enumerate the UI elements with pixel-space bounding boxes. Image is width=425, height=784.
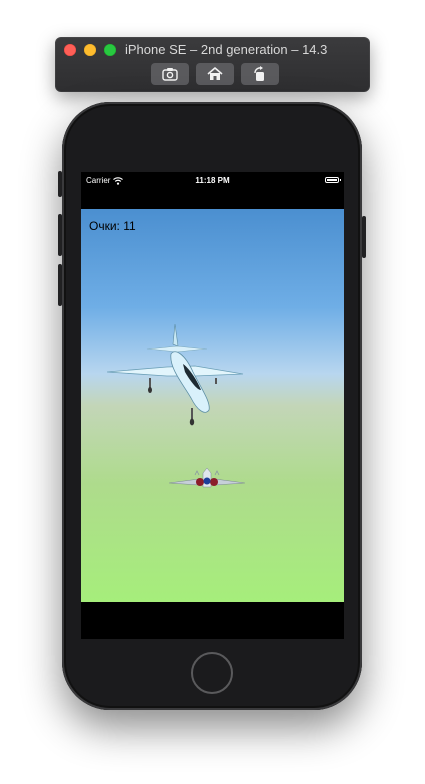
camera-icon <box>162 68 178 81</box>
rotate-icon <box>254 66 264 81</box>
enemy-jet <box>107 324 244 426</box>
home-toolbar-button[interactable] <box>196 63 234 85</box>
simulator-desktop: iPhone SE – 2nd generation – 14.3 Carrie… <box>0 0 425 784</box>
simulator-toolbar: iPhone SE – 2nd generation – 14.3 <box>55 37 370 92</box>
home-button[interactable] <box>191 652 233 694</box>
close-window-button[interactable] <box>64 44 76 56</box>
status-bar: Carrier 11:18 PM <box>81 172 344 190</box>
home-icon <box>207 67 223 80</box>
power-button[interactable] <box>362 216 366 258</box>
battery-level <box>327 179 337 181</box>
status-time: 11:18 PM <box>195 176 230 185</box>
score-label: Очки: 11 <box>89 219 136 233</box>
battery-icon <box>325 177 341 183</box>
simulator-title: iPhone SE – 2nd generation – 14.3 <box>125 42 328 57</box>
screenshot-button[interactable] <box>151 63 189 85</box>
minimize-window-button[interactable] <box>84 44 96 56</box>
device-screen[interactable]: Carrier 11:18 PM Очки: 11 <box>81 172 344 639</box>
game-scene[interactable]: Очки: 11 <box>81 209 344 602</box>
rotate-button[interactable] <box>241 63 279 85</box>
player-jet <box>169 467 245 488</box>
zoom-window-button[interactable] <box>104 44 116 56</box>
